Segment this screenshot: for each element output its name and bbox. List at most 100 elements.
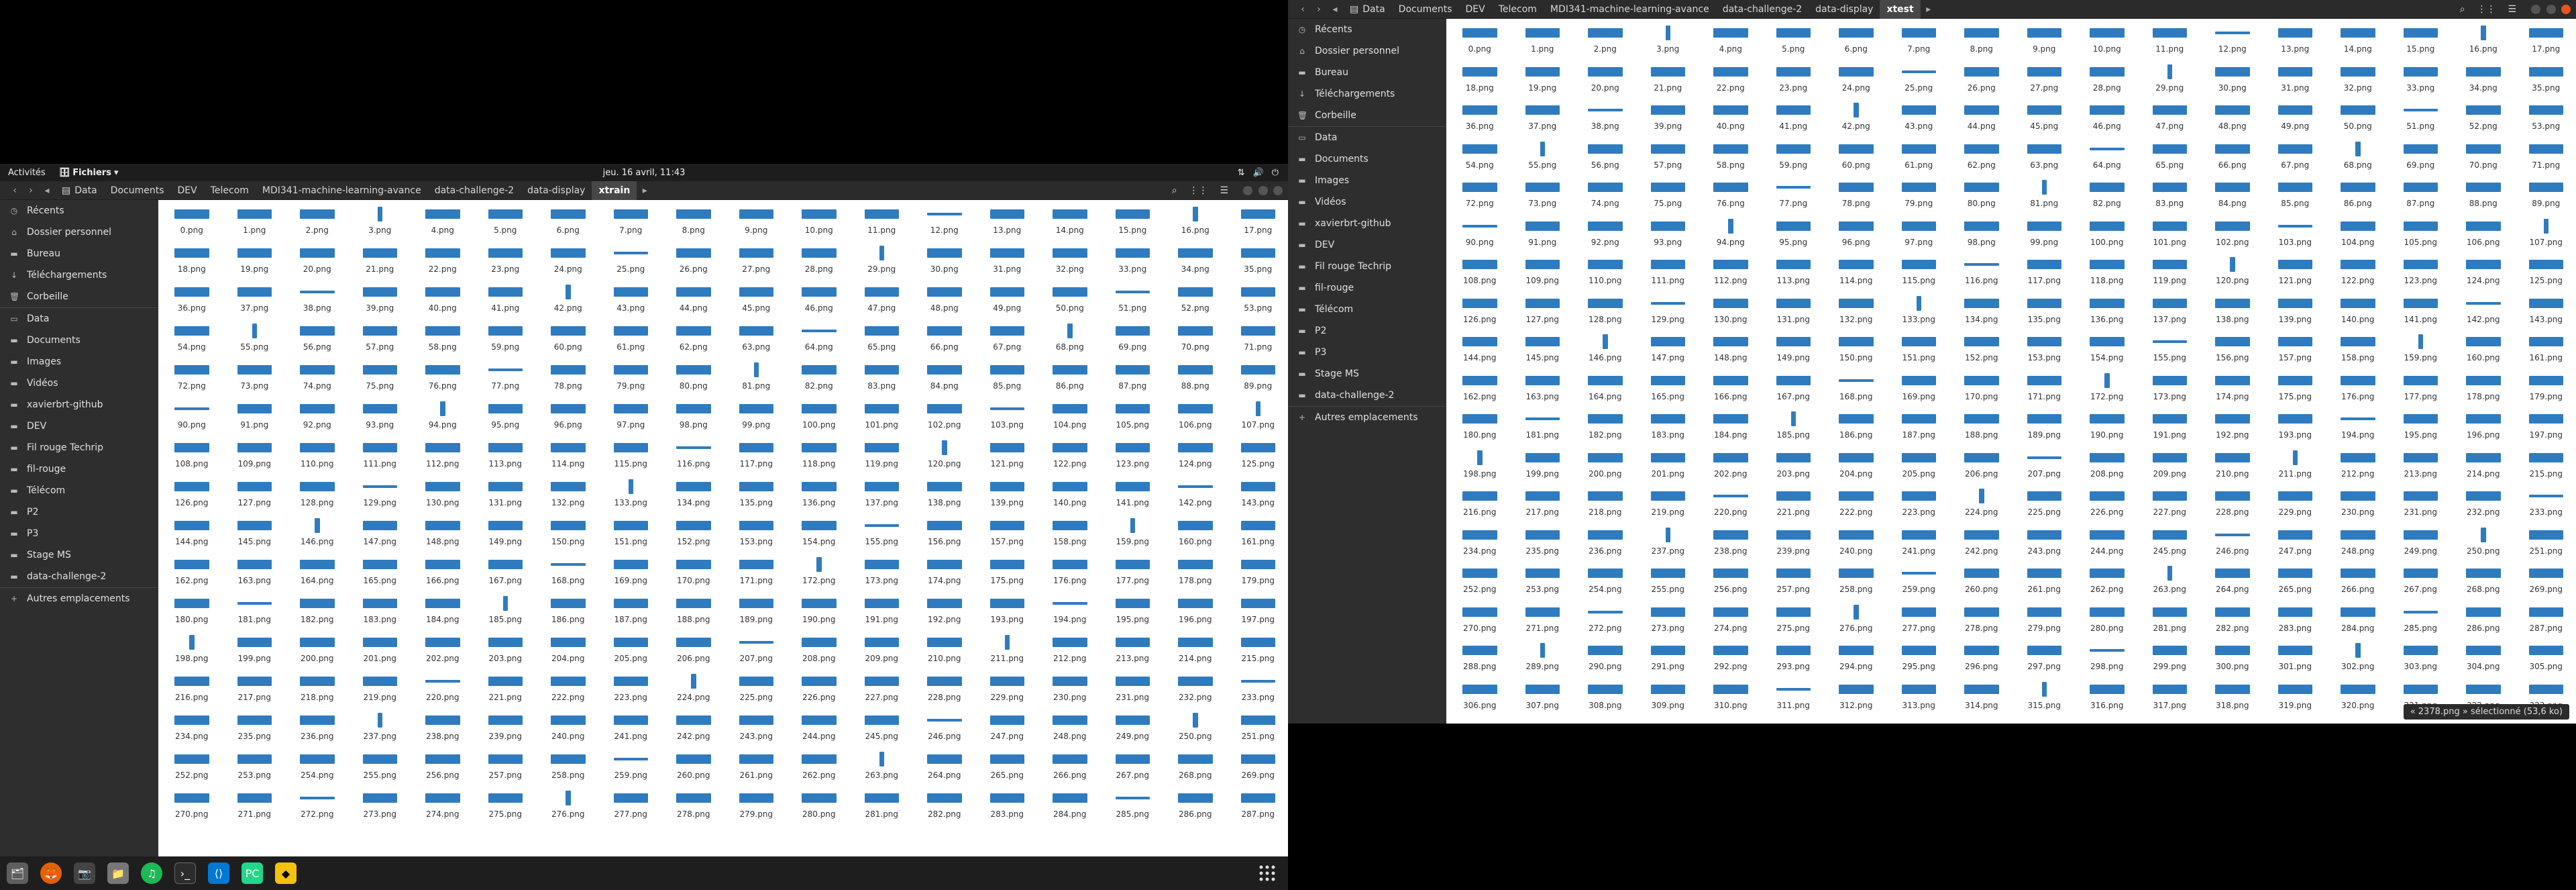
file-item[interactable]: 264.png [923, 749, 966, 785]
file-item[interactable]: 258.png [1835, 563, 1878, 599]
file-item[interactable]: 312.png [1835, 679, 1878, 715]
file-item[interactable]: 219.png [1646, 486, 1689, 522]
sidebar-item[interactable]: ▭ Data [0, 308, 158, 330]
file-item[interactable]: 76.png [421, 360, 464, 396]
file-item[interactable]: 10.png [2086, 23, 2129, 59]
file-item[interactable]: 71.png [2524, 138, 2567, 175]
sidebar-item[interactable]: ▬ Stage MS [0, 544, 158, 566]
file-item[interactable]: 32.png [2337, 61, 2379, 98]
file-item[interactable]: 180.png [170, 593, 213, 630]
sidebar-item[interactable]: ⌂ Dossier personnel [1288, 40, 1446, 62]
file-item[interactable]: 204.png [547, 632, 590, 669]
file-item[interactable]: 282.png [923, 788, 966, 824]
activities-button[interactable]: Activités [8, 168, 46, 178]
file-item[interactable]: 291.png [1646, 640, 1689, 677]
file-item[interactable]: 183.png [1646, 409, 1689, 445]
back-button[interactable]: ‹ [7, 185, 23, 196]
file-item[interactable]: 158.png [2337, 332, 2379, 368]
sidebar-item[interactable]: ▬ P2 [0, 501, 158, 523]
file-item[interactable]: 222.png [547, 671, 590, 707]
file-item[interactable]: 286.png [1174, 788, 1217, 824]
file-item[interactable]: 234.png [170, 710, 213, 746]
file-item[interactable]: 119.png [2148, 254, 2191, 291]
file-item[interactable]: 12.png [2211, 23, 2254, 59]
file-item[interactable]: 167.png [484, 554, 527, 591]
file-item[interactable]: 169.png [609, 554, 652, 591]
file-item[interactable]: 308.png [1584, 679, 1627, 715]
file-item[interactable]: 114.png [547, 438, 590, 474]
file-item[interactable]: 247.png [985, 710, 1028, 746]
file-item[interactable]: 210.png [923, 632, 966, 669]
file-item[interactable]: 35.png [2524, 61, 2567, 98]
file-item[interactable]: 200.png [296, 632, 339, 669]
file-item[interactable]: 63.png [735, 321, 777, 357]
file-item[interactable]: 257.png [1772, 563, 1815, 599]
file-item[interactable]: 178.png [1174, 554, 1217, 591]
file-item[interactable]: 104.png [2337, 215, 2379, 252]
file-item[interactable]: 40.png [1709, 100, 1752, 136]
path-left-arrow[interactable]: ◂ [39, 185, 55, 196]
file-item[interactable]: 236.png [1584, 524, 1627, 561]
file-item[interactable]: 246.png [923, 710, 966, 746]
file-item[interactable]: 177.png [2399, 370, 2442, 407]
file-item[interactable]: 178.png [2462, 370, 2505, 407]
file-item[interactable]: 67.png [985, 321, 1028, 357]
file-item[interactable]: 208.png [2086, 447, 2129, 484]
file-item[interactable]: 175.png [2273, 370, 2316, 407]
file-item[interactable]: 128.png [1584, 293, 1627, 330]
file-item[interactable]: 189.png [2023, 409, 2065, 445]
file-item[interactable]: 235.png [1521, 524, 1564, 561]
file-item[interactable]: 45.png [2023, 100, 2065, 136]
file-item[interactable]: 261.png [735, 749, 777, 785]
file-item[interactable]: 313.png [1897, 679, 1940, 715]
file-item[interactable]: 139.png [985, 477, 1028, 513]
file-item[interactable]: 227.png [2148, 486, 2191, 522]
file-item[interactable]: 274.png [421, 788, 464, 824]
file-item[interactable]: 269.png [2524, 563, 2567, 599]
file-item[interactable]: 260.png [672, 749, 715, 785]
file-item[interactable]: 146.png [296, 515, 339, 552]
file-item[interactable]: 230.png [2337, 486, 2379, 522]
file-item[interactable]: 52.png [2462, 100, 2505, 136]
file-item[interactable]: 283.png [2273, 601, 2316, 638]
file-item[interactable]: 33.png [1111, 243, 1154, 279]
file-item[interactable]: 163.png [1521, 370, 1564, 407]
file-item[interactable]: 21.png [358, 243, 401, 279]
file-item[interactable]: 5.png [1772, 23, 1815, 59]
file-item[interactable]: 96.png [547, 399, 590, 435]
file-item[interactable]: 196.png [2462, 409, 2505, 445]
sidebar-item[interactable]: ▬ Documents [0, 330, 158, 351]
file-item[interactable]: 252.png [1458, 563, 1501, 599]
file-item[interactable]: 33.png [2399, 61, 2442, 98]
file-item[interactable]: 232.png [1174, 671, 1217, 707]
file-item[interactable]: 44.png [1960, 100, 2003, 136]
file-item[interactable]: 182.png [296, 593, 339, 630]
file-item[interactable]: 142.png [1174, 477, 1217, 513]
menu-icon[interactable]: ☰ [2508, 4, 2517, 15]
file-item[interactable]: 91.png [1521, 215, 1564, 252]
file-item[interactable]: 72.png [1458, 177, 1501, 213]
file-item[interactable]: 266.png [1049, 749, 1091, 785]
file-item[interactable]: 250.png [2462, 524, 2505, 561]
file-item[interactable]: 101.png [2148, 215, 2191, 252]
file-item[interactable]: 100.png [798, 399, 841, 435]
file-item[interactable]: 233.png [2524, 486, 2567, 522]
file-item[interactable]: 139.png [2273, 293, 2316, 330]
file-item[interactable]: 151.png [1897, 332, 1940, 368]
file-item[interactable]: 75.png [358, 360, 401, 396]
file-item[interactable]: 91.png [233, 399, 276, 435]
file-item[interactable]: 228.png [2211, 486, 2254, 522]
breadcrumb-item[interactable]: DEV [1459, 0, 1492, 19]
file-item[interactable]: 54.png [1458, 138, 1501, 175]
sidebar-item[interactable]: ↓ Téléchargements [0, 264, 158, 286]
file-item[interactable]: 11.png [2148, 23, 2191, 59]
file-item[interactable]: 2.png [296, 204, 339, 240]
file-item[interactable]: 185.png [1772, 409, 1815, 445]
file-item[interactable]: 94.png [1709, 215, 1752, 252]
file-item[interactable]: 36.png [1458, 100, 1501, 136]
file-item[interactable]: 127.png [233, 477, 276, 513]
file-item[interactable]: 156.png [2211, 332, 2254, 368]
file-item[interactable]: 135.png [735, 477, 777, 513]
file-item[interactable]: 50.png [1049, 282, 1091, 318]
file-item[interactable]: 224.png [1960, 486, 2003, 522]
